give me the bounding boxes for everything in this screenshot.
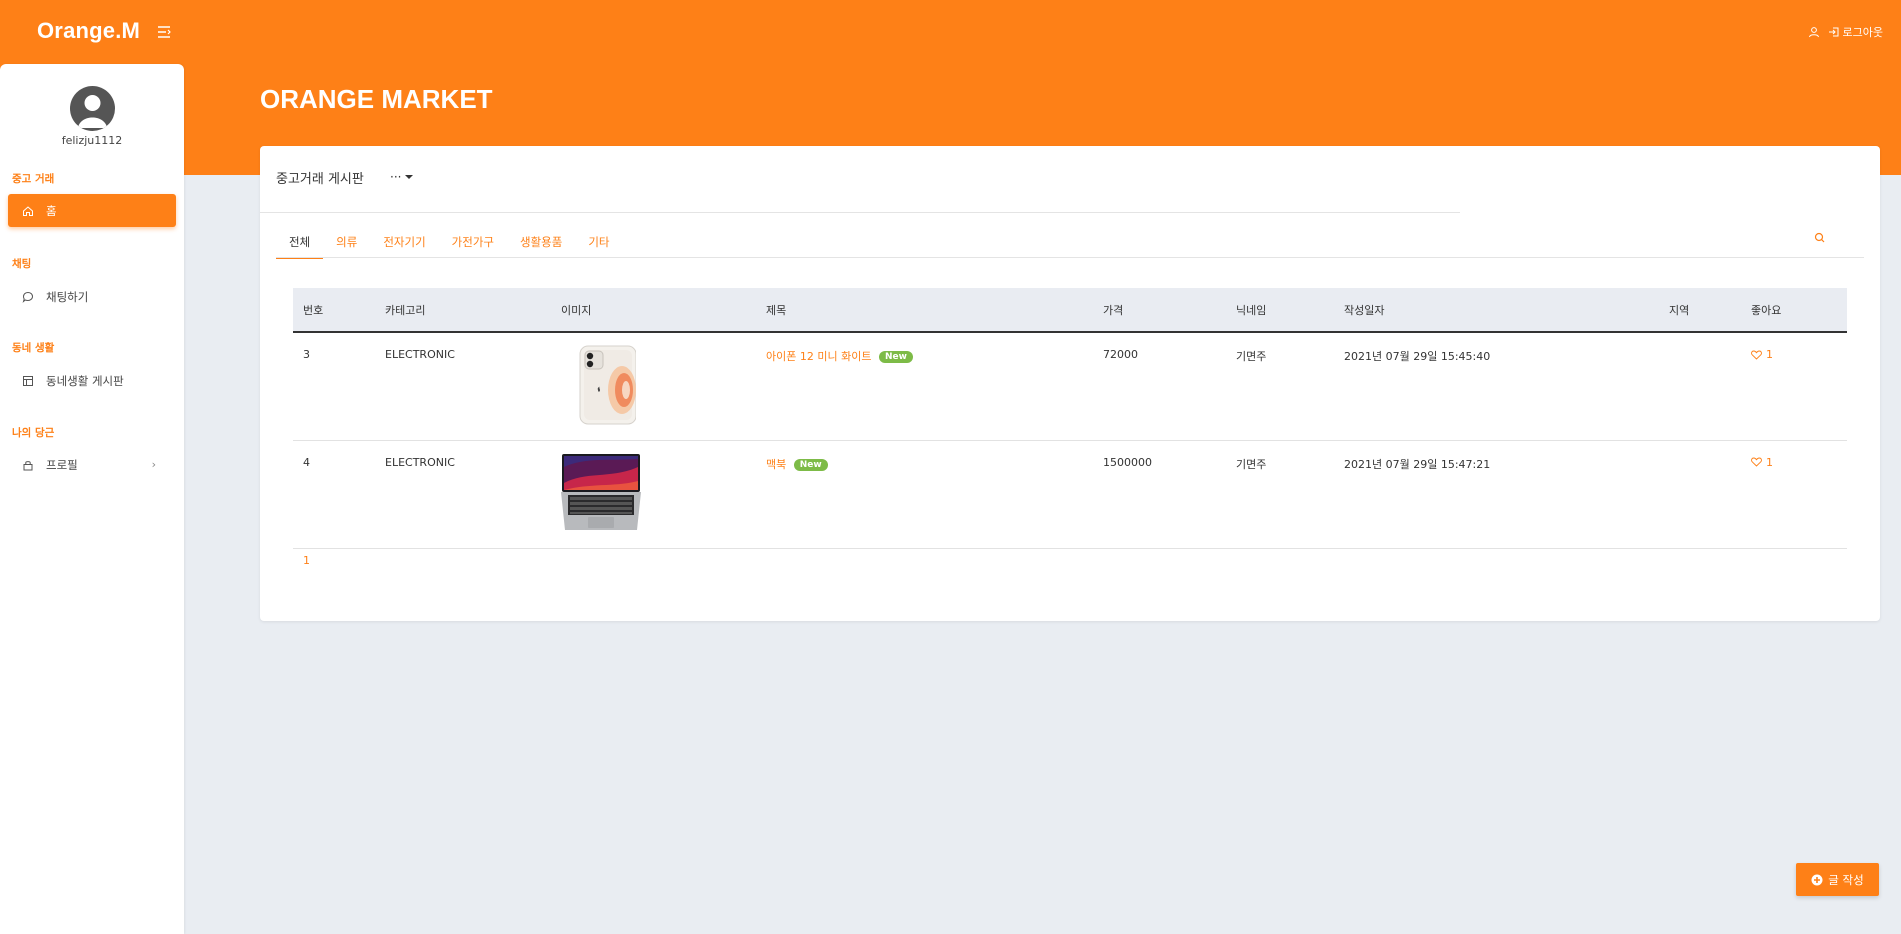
cell-likes: 1	[1741, 332, 1847, 440]
logout-area[interactable]: 로그아웃	[1808, 24, 1883, 40]
page-title: ORANGE MARKET	[260, 84, 493, 114]
more-dots: ···	[390, 170, 402, 184]
likes-count: 1	[1766, 348, 1773, 361]
lock-icon	[23, 460, 33, 470]
cell-date: 2021년 07월 29일 15:47:21	[1344, 457, 1491, 471]
cell-no: 4	[303, 455, 310, 469]
cell-region	[1659, 332, 1741, 440]
column-header: 제목	[756, 288, 1093, 333]
tab-etc[interactable]: 기타	[575, 232, 622, 258]
tab-appliances-furniture[interactable]: 가전가구	[439, 232, 507, 258]
sidebar-item-neighborhood-board[interactable]: 동네생활 게시판	[8, 364, 176, 397]
section-label-my-carrot: 나의 당근	[12, 427, 55, 439]
board-options-dropdown[interactable]: ···	[390, 170, 414, 184]
column-header: 이미지	[551, 288, 756, 333]
section-label-neighborhood: 동네 생활	[12, 342, 55, 354]
board-title: 중고거래 게시판	[276, 172, 364, 187]
iphone-image[interactable]	[576, 345, 637, 425]
listing-title-link[interactable]: 맥북	[766, 458, 786, 471]
column-header: 지역	[1659, 288, 1741, 333]
cell-category: ELECTRONIC	[385, 348, 455, 361]
column-header: 좋아요	[1741, 288, 1847, 333]
section-label-chat: 채팅	[12, 258, 32, 270]
sidebar: felizju1112 중고 거래 홈 채팅 채팅하기 동네 생활 동네생활 게…	[0, 64, 184, 934]
heart-icon[interactable]	[1751, 350, 1762, 360]
chat-icon	[22, 291, 34, 303]
board-icon	[23, 375, 33, 386]
column-header: 카테고리	[375, 288, 551, 333]
cell-image	[551, 332, 756, 440]
tab-all[interactable]: 전체	[276, 232, 324, 259]
likes-count: 1	[1766, 455, 1773, 469]
caret-down-icon	[405, 175, 414, 179]
logout-link[interactable]: 로그아웃	[1843, 24, 1883, 40]
column-header: 번호	[293, 288, 375, 333]
column-header: 가격	[1093, 288, 1226, 333]
cell-likes: 1	[1741, 440, 1847, 548]
sidebar-item-label: 동네생활 게시판	[46, 373, 124, 388]
tab-household[interactable]: 생활용품	[507, 232, 575, 258]
sidebar-item-label: 채팅하기	[46, 289, 89, 304]
new-badge: New	[878, 351, 913, 363]
cell-nickname: 기면주	[1236, 457, 1267, 471]
logout-icon[interactable]	[1828, 26, 1840, 38]
write-post-label: 글 작성	[1828, 872, 1864, 887]
home-icon	[23, 205, 33, 216]
tab-electronics[interactable]: 전자기기	[370, 232, 438, 258]
cell-date: 2021년 07월 29일 15:45:40	[1344, 350, 1491, 363]
cell-no: 3	[303, 348, 310, 361]
sidebar-item-profile[interactable]: 프로필 ›	[8, 448, 176, 481]
plus-circle-icon	[1811, 874, 1823, 885]
cell-price: 1500000	[1103, 455, 1152, 469]
user-icon[interactable]	[1808, 26, 1820, 38]
username: felizju1112	[61, 134, 123, 147]
heart-icon[interactable]	[1751, 457, 1762, 467]
cell-category: ELECTRONIC	[385, 455, 455, 469]
column-header: 작성일자	[1334, 288, 1659, 333]
avatar-person-icon	[78, 95, 107, 128]
category-tabs: 전체 의류 전자기기 가전가구 생활용품 기타	[276, 232, 623, 259]
search-icon[interactable]	[1813, 231, 1827, 245]
pagination-page[interactable]: 1	[303, 554, 310, 567]
cell-title: 맥북 New	[756, 440, 1093, 548]
board-card: 중고거래 게시판 ··· 전체 의류 전자기기 가전가구 생활용품 기타 번호 …	[260, 146, 1880, 621]
cell-nickname: 기면주	[1236, 350, 1267, 363]
menu-toggle-icon[interactable]	[156, 24, 172, 40]
table-header-row: 번호 카테고리 이미지 제목 가격 닉네임 작성일자 지역 좋아요	[293, 288, 1847, 333]
new-badge: New	[793, 458, 828, 471]
sidebar-item-chat[interactable]: 채팅하기	[8, 280, 176, 313]
write-post-button[interactable]: 글 작성	[1796, 863, 1879, 896]
chevron-right-icon: ›	[151, 458, 156, 471]
cell-title: 아이폰 12 미니 화이트 New	[756, 332, 1093, 440]
sidebar-item-home[interactable]: 홈	[8, 194, 176, 227]
sidebar-item-label: 홈	[46, 203, 57, 218]
macbook-image[interactable]	[561, 453, 641, 531]
column-header: 닉네임	[1226, 288, 1334, 333]
app-logo[interactable]: Orange.M	[37, 18, 140, 44]
tab-clothing[interactable]: 의류	[323, 232, 370, 258]
table-row[interactable]: 3 ELECTRONIC 아이폰 12 미니 화이트 New 72000 기면주…	[293, 332, 1847, 440]
avatar[interactable]	[70, 86, 115, 131]
divider	[260, 212, 1460, 213]
cell-image	[551, 440, 756, 548]
tabs-underline	[276, 257, 1864, 258]
section-label-used-trade: 중고 거래	[12, 173, 55, 185]
cell-region	[1659, 440, 1741, 548]
table-row[interactable]: 4 ELECTRONIC 맥북 New 1500000 기면주 2021년 07…	[293, 440, 1847, 548]
listing-title-link[interactable]: 아이폰 12 미니 화이트	[766, 350, 871, 363]
cell-price: 72000	[1103, 348, 1138, 361]
listing-table: 번호 카테고리 이미지 제목 가격 닉네임 작성일자 지역 좋아요 3 ELEC…	[293, 288, 1847, 549]
sidebar-item-label: 프로필	[46, 457, 78, 472]
